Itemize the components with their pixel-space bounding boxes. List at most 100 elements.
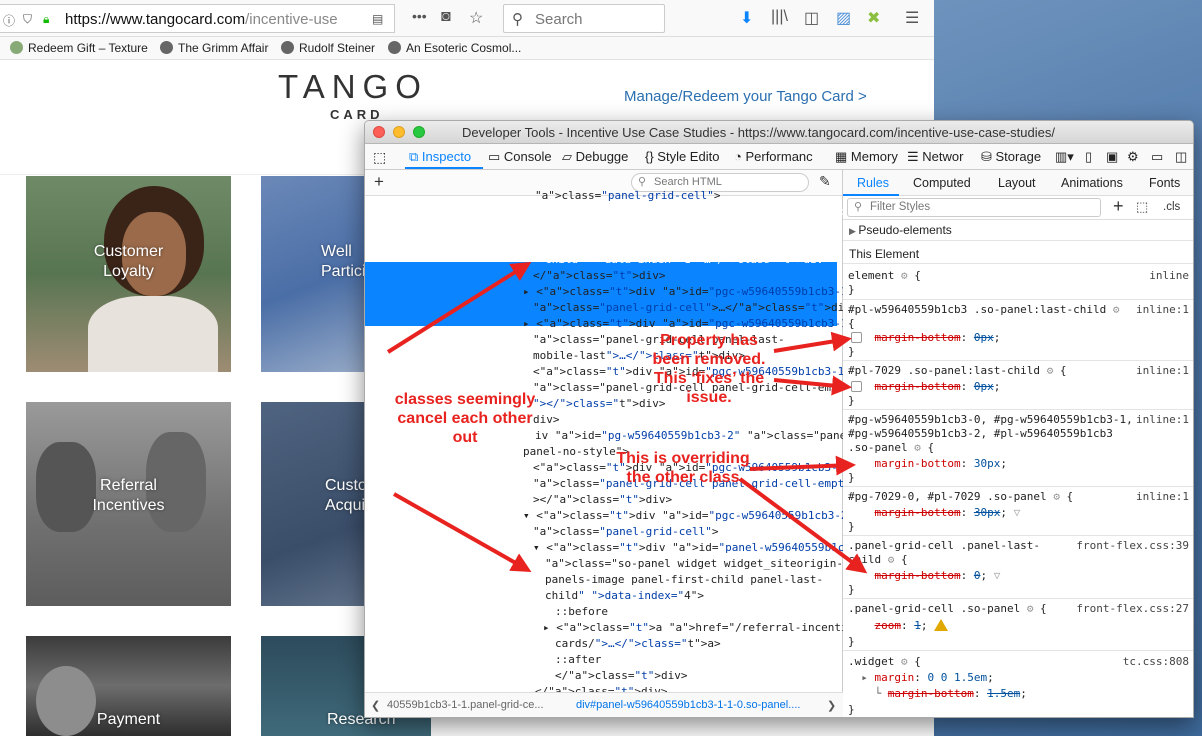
tab-style-editor[interactable]: {} Style Edito: [645, 149, 719, 164]
rule-source-link[interactable]: tc.css:808: [1123, 655, 1189, 669]
devtools-titlebar[interactable]: Developer Tools - Incentive Use Case Stu…: [365, 121, 1193, 144]
css-property[interactable]: margin-bottom: 30px;: [848, 457, 1007, 471]
menu-icon[interactable]: ☰: [905, 8, 919, 28]
tab-memory[interactable]: ▦ Memory: [835, 149, 898, 165]
rule-source-link[interactable]: inline:1: [1136, 364, 1189, 378]
markup-line-selected[interactable]: child" ">data-index="1">…</">class="t">d…: [545, 252, 843, 268]
url-text[interactable]: https://www.tangocard.com/incentive-use: [65, 11, 337, 28]
breadcrumb-item[interactable]: 40559b1cb3-1-1.panel-grid-ce...: [387, 699, 544, 711]
markup-line[interactable]: ></"a">class="t">div>: [533, 492, 843, 508]
markup-line[interactable]: child" ">data-index="4">: [545, 588, 843, 604]
breadcrumb-prev-icon[interactable]: ❮: [371, 699, 380, 712]
rule-selector[interactable]: #pg-w59640559b1cb3-2, #pl-w59640559b1cb3: [848, 427, 1113, 441]
reader-view-icon[interactable]: ▤: [372, 12, 383, 26]
rule-selector[interactable]: element ⚙ {: [848, 269, 921, 283]
downloads-icon[interactable]: ⬇: [740, 8, 753, 28]
tab-network[interactable]: ☰ Networ: [907, 149, 963, 165]
filter-styles-input[interactable]: ⚲ Filter Styles: [847, 198, 1101, 217]
pseudo-elements-toggle[interactable]: ▶ Pseudo-elements: [849, 223, 952, 237]
bookmark-item[interactable]: Rudolf Steiner: [281, 41, 375, 55]
bookmark-item[interactable]: An Esoteric Cosmol...: [388, 41, 521, 55]
tile-referral-incentives[interactable]: Referral Incentives: [26, 402, 231, 606]
markup-line[interactable]: ▸ <"a">class="t">a "a">href="/referral-i…: [543, 620, 921, 636]
close-window-icon[interactable]: [373, 126, 385, 138]
breadcrumb-next-icon[interactable]: ❯: [827, 699, 836, 712]
markup-line[interactable]: "a">class="panel-grid-cell">: [535, 188, 843, 204]
manage-redeem-link[interactable]: Manage/Redeem your Tango Card >: [624, 88, 867, 105]
rule-selector[interactable]: #pg-w59640559b1cb3-0, #pg-w59640559b1cb3…: [848, 413, 1133, 427]
markup-line[interactable]: panels-image panel-first-child panel-las…: [545, 572, 843, 588]
library-icon[interactable]: |||\: [771, 8, 788, 26]
minimize-window-icon[interactable]: [393, 126, 405, 138]
markup-line[interactable]: </"a">class="t">div>: [533, 268, 843, 284]
bookmark-item[interactable]: Redeem Gift – Texture: [10, 41, 148, 55]
search-input[interactable]: ⚲ Search: [503, 4, 665, 33]
markup-line[interactable]: ::before: [555, 604, 843, 620]
tab-computed[interactable]: Computed: [913, 176, 971, 190]
tab-performance[interactable]: ◔ Performanc: [734, 149, 813, 164]
add-rule-icon[interactable]: +: [1113, 196, 1124, 217]
toggle-pseudo-class-icon[interactable]: ⬚: [1136, 199, 1148, 215]
bookmark-star-icon[interactable]: ☆: [469, 8, 483, 28]
css-property-invalid[interactable]: zoom: 1;: [848, 619, 949, 633]
settings-gear-icon[interactable]: ⚙: [1127, 149, 1139, 165]
tab-debugger[interactable]: ▱ Debugge: [562, 149, 628, 165]
css-property-disabled[interactable]: margin-bottom: 0px;: [848, 331, 1001, 345]
pocket-icon[interactable]: ◙: [441, 8, 451, 26]
dock-side-icon[interactable]: ◫: [1175, 149, 1187, 165]
tab-animations[interactable]: Animations: [1061, 176, 1123, 190]
css-property-overridden[interactable]: margin-bottom: 0; ▽: [848, 569, 1001, 583]
responsive-design-icon[interactable]: ▯: [1085, 149, 1092, 165]
tab-rules[interactable]: Rules: [857, 176, 889, 190]
extension-icon[interactable]: ✖: [867, 8, 880, 28]
css-property-overridden[interactable]: margin-bottom: 30px; ▽: [848, 506, 1021, 520]
screenshot-extension-icon[interactable]: ▨: [836, 8, 851, 28]
tab-console[interactable]: ▭ Console: [488, 149, 552, 165]
rule-selector[interactable]: child ⚙ {: [848, 553, 908, 567]
rule-source-link[interactable]: inline:1: [1136, 413, 1189, 427]
breadcrumb-item-selected[interactable]: div#panel-w59640559b1cb3-1-1-0.so-panel.…: [576, 699, 800, 711]
tile-customer-loyalty[interactable]: Customer Loyalty: [26, 176, 231, 372]
markup-line[interactable]: ▾ <"a">class="t">div "a">id="panel-w5964…: [533, 540, 904, 556]
markup-line[interactable]: iv "a">id="pg-w59640559b1cb3-2" "a">clas…: [535, 428, 886, 444]
markup-line[interactable]: "a">class="panel-grid-cell">: [533, 524, 843, 540]
rule-source-link[interactable]: inline: [1149, 269, 1189, 283]
rule-source-link[interactable]: inline:1: [1136, 490, 1189, 504]
dock-icon[interactable]: ▣: [1106, 149, 1118, 165]
tango-logo[interactable]: TANGO: [278, 68, 428, 106]
markup-line-selected[interactable]: "a">class="so-panel widget widget_siteor…: [545, 220, 843, 236]
markup-line-selected[interactable]: ▸ <"a">class="t">div "a">id="panel-w5964…: [535, 204, 906, 220]
tab-fonts[interactable]: Fonts: [1149, 176, 1180, 190]
tab-storage[interactable]: ⛁ Storage: [981, 149, 1041, 165]
rule-selector[interactable]: .panel-grid-cell .panel-last-: [848, 539, 1040, 553]
rule-source-link[interactable]: front-flex.css:39: [1076, 539, 1189, 553]
rule-selector[interactable]: .panel-grid-cell .so-panel ⚙ {: [848, 602, 1047, 616]
tab-inspector[interactable]: ⧉ Inspecto: [409, 149, 471, 165]
pick-element-icon[interactable]: ⬚: [373, 149, 386, 166]
frame-selector-icon[interactable]: ▥▾: [1055, 149, 1074, 165]
markup-line[interactable]: ▾ <"a">class="t">div "a">id="pgc-w596405…: [523, 508, 867, 524]
tracking-shield-icon[interactable]: ⛉: [23, 12, 32, 27]
rule-selector[interactable]: #pl-7029 .so-panel:last-child ⚙ {: [848, 364, 1067, 378]
bookmark-item[interactable]: The Grimm Affair: [160, 41, 268, 55]
url-bar[interactable]: ⓘ ⛉ 🔒︎ https://www.tangocard.com/incenti…: [0, 4, 395, 33]
rule-selector[interactable]: .so-panel ⚙ {: [848, 441, 934, 455]
markup-line[interactable]: ▸ <"a">class="t">div "a">id="pgc-w596405…: [523, 316, 867, 332]
css-subproperty-overridden[interactable]: └ margin-bottom: 1.5em;: [848, 687, 1027, 701]
markup-line[interactable]: ▸ <"a">class="t">div "a">id="pgc-w596405…: [523, 284, 867, 300]
markup-line[interactable]: ::after: [555, 652, 843, 668]
markup-line[interactable]: </"a">class="t">div>: [555, 668, 843, 684]
rule-source-link[interactable]: inline:1: [1136, 303, 1189, 317]
markup-line[interactable]: div>: [533, 412, 843, 428]
markup-line[interactable]: "a">class="so-panel widget widget_siteor…: [545, 556, 843, 572]
rule-selector[interactable]: #pg-7029-0, #pl-7029 .so-panel ⚙ {: [848, 490, 1073, 504]
tile-payment[interactable]: Payment: [26, 636, 231, 736]
tab-layout[interactable]: Layout: [998, 176, 1036, 190]
css-property[interactable]: ▸ margin: 0 0 1.5em;: [848, 671, 993, 685]
rule-source-link[interactable]: front-flex.css:27: [1076, 602, 1189, 616]
markup-line[interactable]: cards/">…</">class="t">a>: [555, 636, 843, 652]
sidebar-icon[interactable]: ◫: [804, 8, 819, 28]
dock-bottom-icon[interactable]: ▭: [1151, 149, 1163, 165]
rule-selector[interactable]: .widget ⚙ {: [848, 655, 921, 669]
zoom-window-icon[interactable]: [413, 126, 425, 138]
